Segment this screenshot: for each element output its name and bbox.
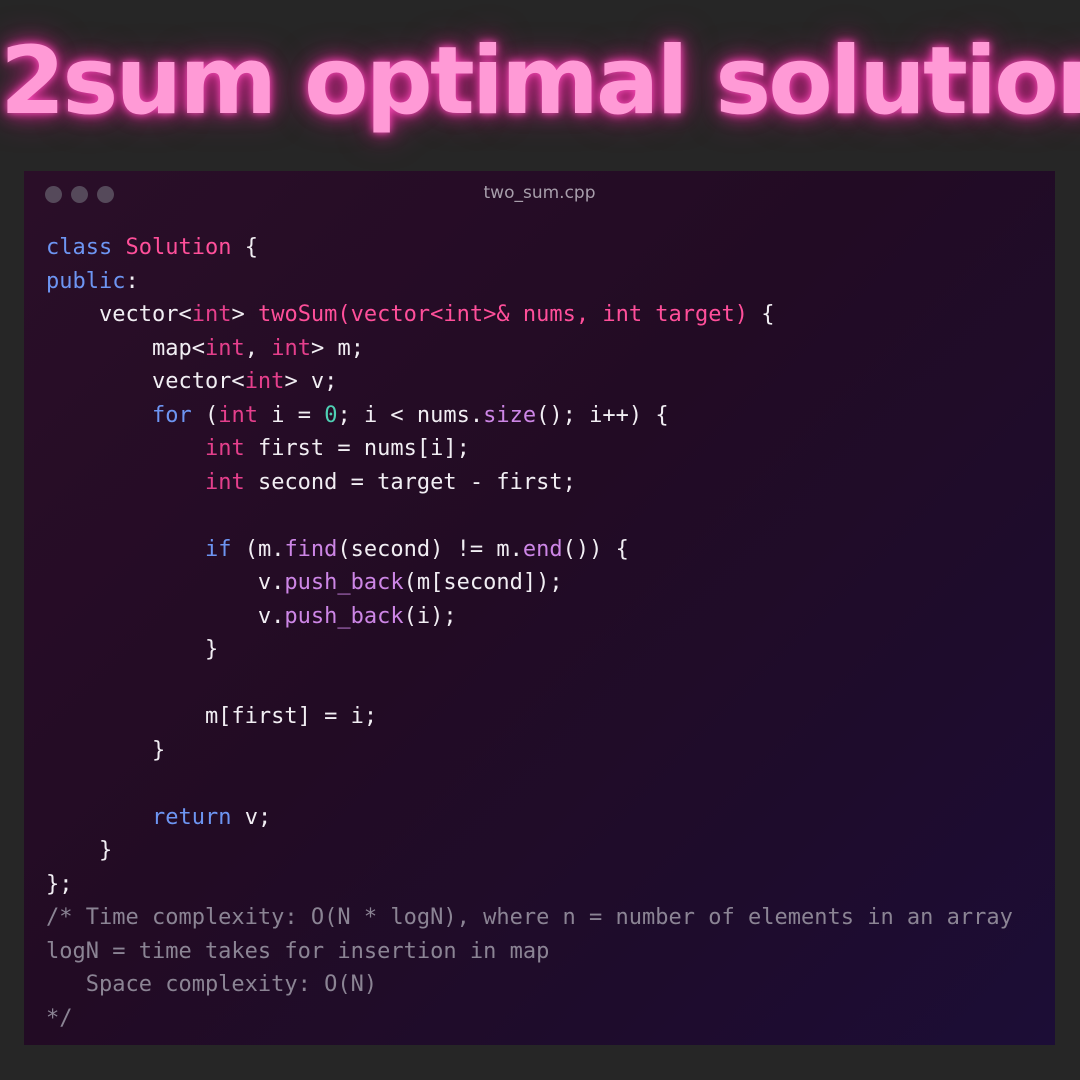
code-token: > [231,302,258,327]
code-token: { [231,235,258,260]
code-token: int [191,302,232,327]
code-line: }; [46,868,1013,902]
code-line: map<int, int> m; [46,332,1013,366]
code-token: { [748,302,775,327]
code-token: int [271,335,311,361]
code-token: m[first] = i; [46,704,378,729]
code-token: Space complexity: O(N) [46,972,378,997]
code-token: v; [231,804,272,830]
code-line: for (int i = 0; i < nums.size(); i++) { [46,399,1013,433]
code-token: push_back [284,570,404,595]
code-token: > v; [284,369,338,394]
code-token: twoSum(vector<int>& nums, int target) [257,302,749,327]
code-token: vector< [46,302,192,327]
code-token: (m[second]); [403,570,563,595]
code-line: logN = time takes for insertion in map [46,935,1013,969]
code-token: v. [46,603,285,629]
code-line: return v; [46,801,1013,835]
code-token: class [46,235,113,260]
code-token: second = target - first; [244,469,576,495]
code-line: } [46,633,1013,667]
code-token: int [218,402,258,428]
code-line: */ [46,1002,1013,1036]
code-line: public: [46,265,1013,299]
code-line: vector<int> twoSum(vector<int>& nums, in… [46,298,1013,332]
page-title: 2sum optimal solution [0,27,1080,136]
code-line: } [46,834,1013,868]
code-token: int [204,469,245,495]
code-token: first = nums[i]; [244,436,470,461]
code-window: two_sum.cpp class Solution {public: vect… [24,171,1055,1045]
code-token: size [483,402,537,428]
code-line: m[first] = i; [46,700,1013,734]
code-token: find [284,536,338,562]
code-line: vector<int> v; [46,365,1013,399]
code-token: (); i++) { [536,402,669,428]
code-token: ()) { [562,536,629,562]
code-line: Space complexity: O(N) [46,968,1013,1002]
code-line: } [46,734,1013,768]
code-token: (second) != m. [337,536,523,562]
code-token: } [46,737,166,763]
code-token: } [46,637,219,662]
code-line: int first = nums[i]; [46,432,1013,466]
code-token: ; i < nums. [337,402,484,428]
code-token: Solution [125,235,232,260]
code-token: (i); [403,603,457,629]
code-line: /* Time complexity: O(N * logN), where n… [46,901,1013,935]
window-filename: two_sum.cpp [483,183,596,203]
code-token: int [204,436,245,461]
code-token: v. [46,570,285,595]
code-token: , [244,335,272,361]
code-token: for [151,402,192,428]
code-token: logN = time takes for insertion in map [46,938,550,964]
code-line: if (m.find(second) != m.end()) { [46,533,1013,567]
code-token: vector< [46,369,245,394]
code-token: int [244,369,285,394]
code-token: } [46,838,113,863]
code-token: map< [46,335,205,361]
code-token: */ [46,1005,73,1031]
code-token: i = [257,402,325,428]
code-line: class Solution { [46,231,1013,265]
code-token: end [522,536,563,562]
code-line: int second = target - first; [46,466,1013,500]
code-token: /* Time complexity: O(N * logN), where n… [46,905,1013,930]
code-token: : [125,268,139,294]
code-token: push_back [284,603,404,629]
code-token: int [204,335,245,361]
code-token: 0 [324,402,338,428]
code-token: (m. [231,536,285,562]
code-token: ( [191,402,219,428]
code-line: v.push_back(m[second]); [46,566,1013,600]
code-line: v.push_back(i); [46,600,1013,634]
code-token: }; [46,871,73,897]
code-token: public [46,268,126,294]
code-token: > m; [310,335,364,361]
code-block: class Solution {public: vector<int> twoS… [46,231,1013,1035]
code-token: if [204,536,232,562]
code-token: return [151,804,232,830]
